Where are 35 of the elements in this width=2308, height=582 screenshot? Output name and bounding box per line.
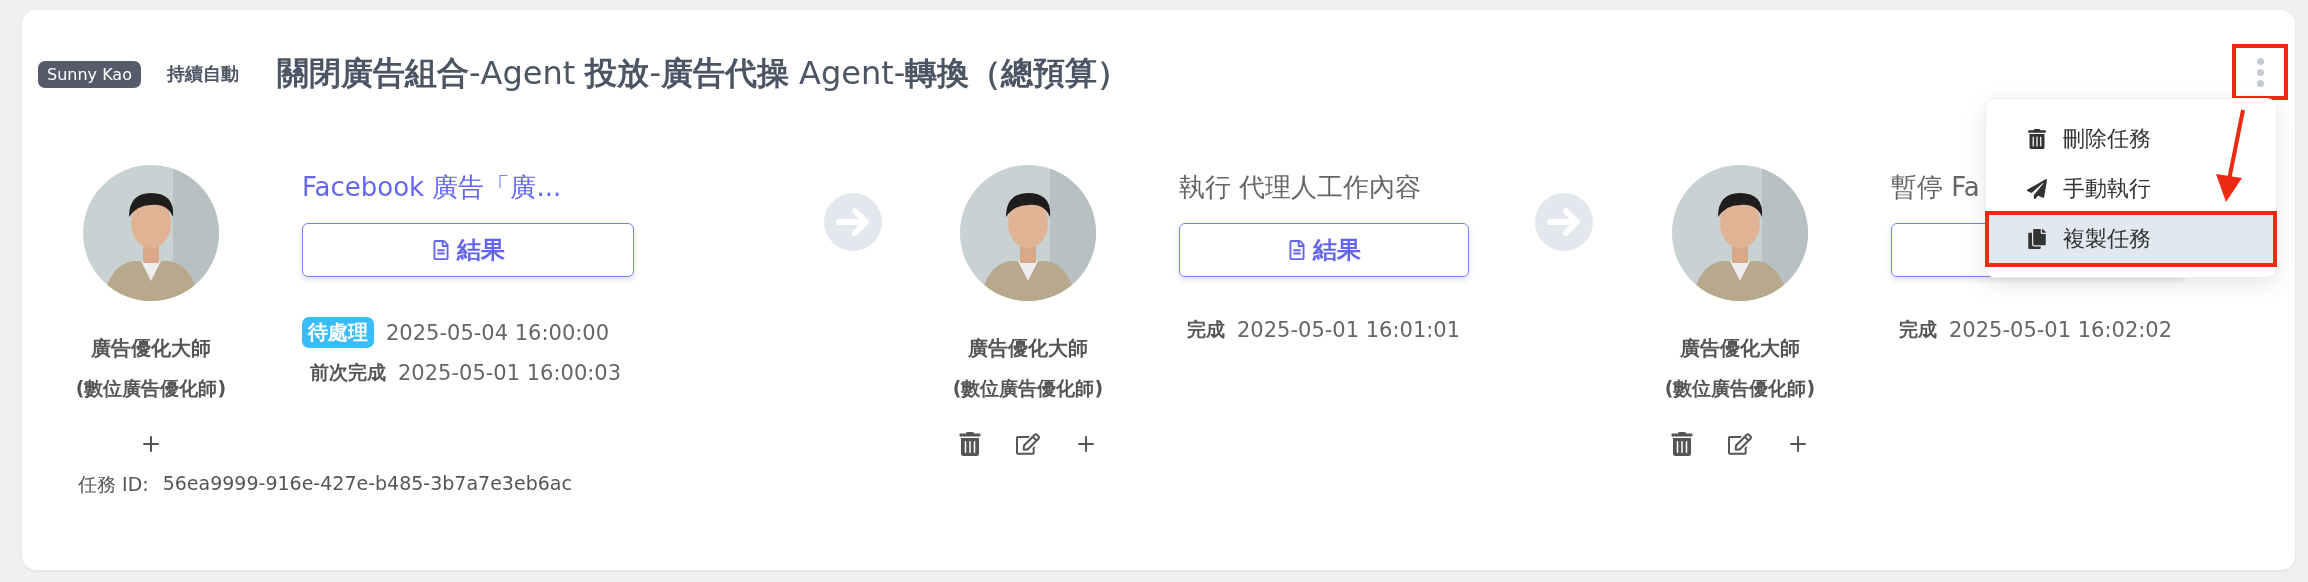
- step-title: 執行 代理人工作內容: [1179, 171, 1422, 204]
- timestamp: 2025-05-01 16:01:01: [1237, 318, 1461, 342]
- step-title-link[interactable]: Facebook 廣告「廣...: [302, 170, 562, 208]
- timestamp: 2025-05-01 16:02:02: [1949, 318, 2173, 342]
- agent-name: 廣告優化大師: [1680, 335, 1800, 362]
- task-id-label: 任務 ID:: [78, 472, 149, 497]
- status-label: 完成: [1899, 317, 1937, 342]
- agent-name: 廣告優化大師: [968, 335, 1088, 362]
- paper-plane-icon: [2027, 179, 2047, 199]
- copy-icon: [2027, 229, 2047, 249]
- mode-label: 持續自動: [166, 62, 239, 86]
- status-label: 前次完成: [310, 360, 386, 385]
- status-badge: 待處理: [302, 317, 374, 348]
- document-icon: [431, 240, 451, 260]
- menu-item[interactable]: 手動執行: [1989, 165, 2273, 213]
- result-button[interactable]: 結果: [1179, 223, 1469, 277]
- agent-name: 廣告優化大師: [91, 335, 211, 362]
- agent-role: (數位廣告優化師): [1664, 376, 1816, 401]
- agent-role: (數位廣告優化師): [952, 376, 1104, 401]
- menu-item[interactable]: 刪除任務: [1989, 115, 2273, 163]
- timestamp: 2025-05-04 16:00:00: [386, 320, 610, 345]
- delete-icon[interactable]: [1670, 432, 1694, 456]
- agent-role: (數位廣告優化師): [75, 376, 227, 401]
- edit-icon[interactable]: [1728, 432, 1752, 456]
- timestamp: 2025-05-01 16:00:03: [398, 361, 622, 385]
- result-button[interactable]: 結果: [302, 223, 634, 277]
- document-icon: [1287, 240, 1307, 260]
- status-label: 完成: [1187, 317, 1225, 342]
- owner-badge: Sunny Kao: [38, 60, 141, 88]
- step-title: 暫停 Fa: [1891, 171, 1980, 204]
- task-title: 關閉廣告組合-Agent 投放-廣告代操 Agent-轉換（總預算）: [276, 53, 1130, 94]
- edit-icon[interactable]: [1016, 432, 1040, 456]
- delete-icon: [2027, 129, 2047, 149]
- task-id-value: 56ea9999-916e-427e-b485-3b7a7e3eb6ac: [162, 472, 572, 496]
- delete-icon[interactable]: [958, 432, 982, 456]
